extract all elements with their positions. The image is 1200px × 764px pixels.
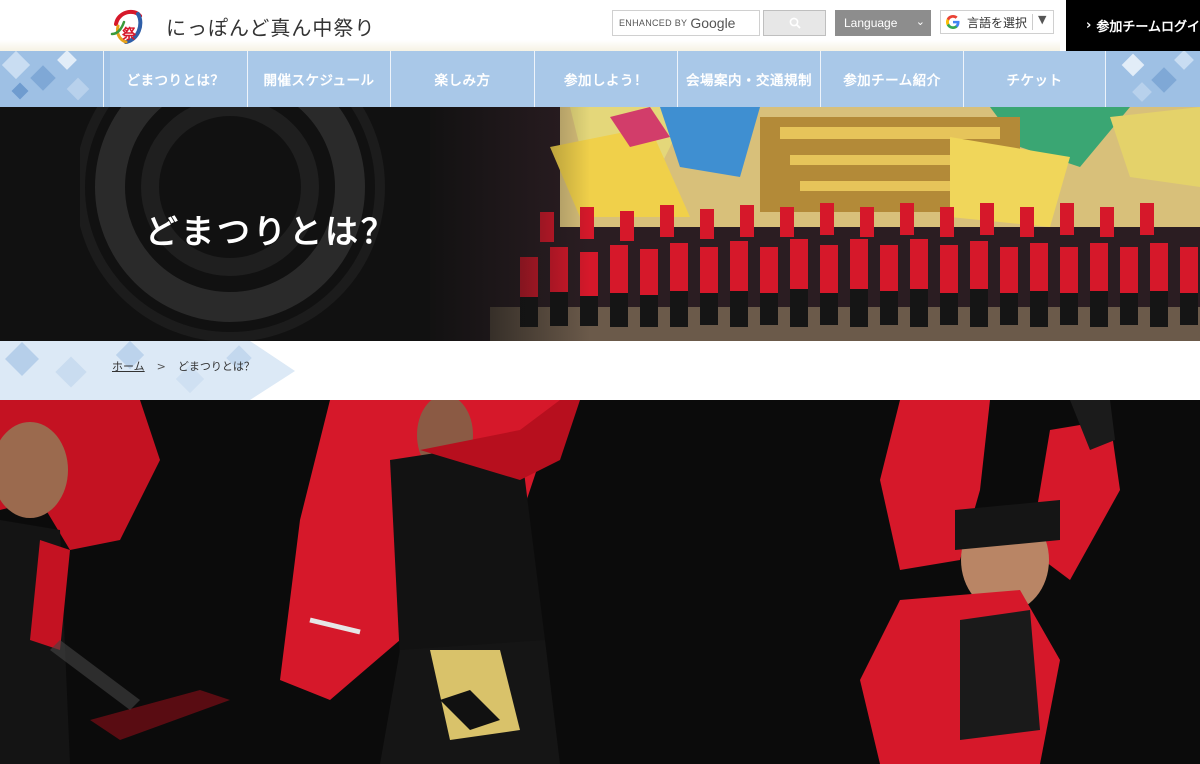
translate-widget[interactable]: 言語を選択 ▼ [940, 10, 1054, 34]
search-button[interactable] [763, 10, 826, 36]
nav-item-tickets[interactable]: チケット [963, 51, 1106, 107]
google-g-icon [946, 15, 960, 29]
translate-divider [1032, 14, 1033, 30]
main-visual-video[interactable] [0, 400, 1200, 764]
site-logo[interactable]: 祭 にっぽんど真ん中祭り [108, 4, 375, 48]
search-prefix: ENHANCED BY [619, 18, 688, 28]
dancers-closeup-image [0, 400, 1200, 764]
nav-item-participate[interactable]: 参加しよう！ [534, 51, 677, 107]
top-bar: 祭 にっぽんど真ん中祭り ENHANCED BY Google Language… [0, 0, 1200, 51]
chevron-down-icon: ⌄ [915, 16, 925, 28]
page-hero: どまつりとは？ [0, 107, 1200, 341]
breadcrumb: ホーム > どまつりとは？ [0, 341, 1200, 400]
main-nav: どまつりとは？ 開催スケジュール 楽しみ方 参加しよう！ 会場案内・交通規制 参… [0, 51, 1200, 107]
language-select[interactable]: Language ⌄ [835, 10, 931, 36]
logo-mark-text: 祭 [122, 27, 136, 43]
breadcrumb-current: どまつりとは？ [177, 360, 255, 373]
page-title: どまつりとは？ [145, 212, 397, 251]
translate-label: 言語を選択 [967, 15, 1028, 30]
breadcrumb-separator: > [156, 359, 166, 373]
nav-item-how-to-enjoy[interactable]: 楽しみ方 [390, 51, 534, 107]
nav-decoration-left [0, 51, 110, 107]
hero-photo-fade [420, 107, 590, 341]
team-login-button[interactable]: › 参加チームログイン [1066, 0, 1200, 51]
nav-decoration-right [1105, 51, 1200, 107]
caret-down-icon: ▼ [1038, 13, 1047, 26]
nav-item-venue-access[interactable]: 会場案内・交通規制 [677, 51, 820, 107]
chevron-right-icon: › [1086, 18, 1092, 33]
nav-item-about[interactable]: どまつりとは？ [103, 51, 247, 107]
search-input[interactable]: ENHANCED BY Google [612, 10, 760, 36]
nav-items: どまつりとは？ 開催スケジュール 楽しみ方 参加しよう！ 会場案内・交通規制 参… [103, 51, 1106, 107]
search-provider: Google [690, 15, 736, 31]
logo-icon: 祭 [108, 4, 152, 48]
breadcrumb-row: ホーム > どまつりとは？ [112, 358, 255, 374]
logo-text: にっぽんど真ん中祭り [166, 15, 376, 40]
breadcrumb-home-link[interactable]: ホーム [112, 358, 145, 374]
language-select-value: Language [844, 16, 898, 30]
nav-item-teams[interactable]: 参加チーム紹介 [820, 51, 963, 107]
team-login-label: 参加チームログイン [1096, 20, 1200, 35]
nav-item-schedule[interactable]: 開催スケジュール [247, 51, 390, 107]
search-icon [789, 17, 801, 29]
